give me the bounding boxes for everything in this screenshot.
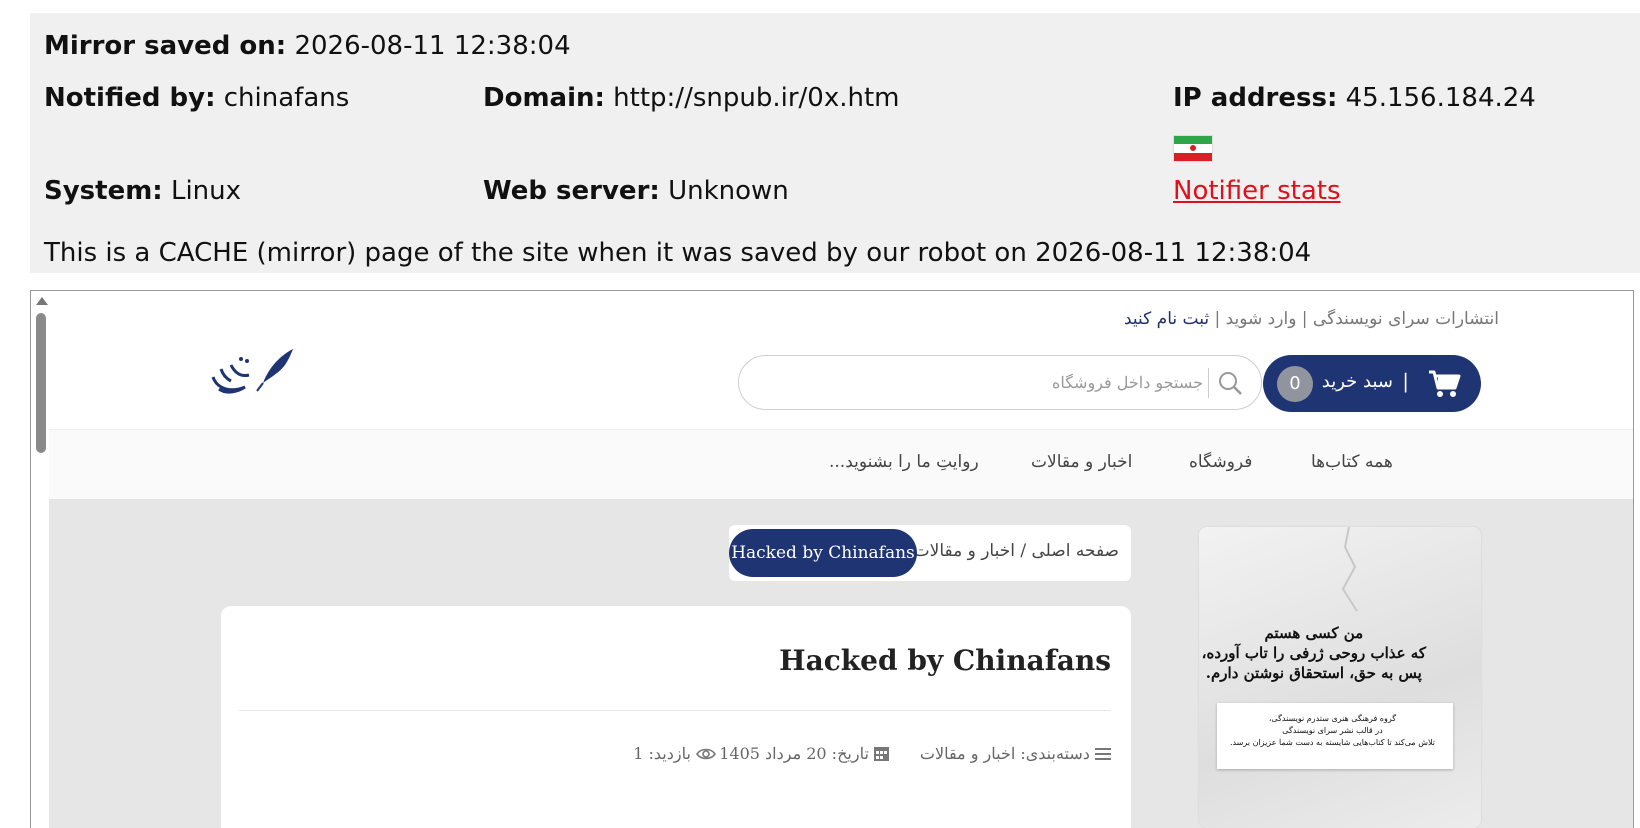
list-icon: [1095, 748, 1111, 760]
post-title: Hacked by Chinafans: [779, 644, 1111, 677]
mirror-saved-value: 2026-08-11 12:38:04: [294, 31, 571, 61]
cart-separator: |: [1402, 369, 1409, 393]
eye-icon: [696, 748, 716, 760]
main-nav: همه کتاب‌ها فروشگاه اخبار و مقالات روایت…: [49, 429, 1633, 500]
post-divider: [239, 710, 1111, 711]
notified-by-label: Notified by:: [44, 83, 216, 113]
system-value: Linux: [170, 176, 242, 206]
post-category-text[interactable]: دسته‌بندی: اخبار و مقالات: [920, 744, 1090, 763]
post-views-text: بازدید: 1: [633, 744, 691, 763]
book-note-line: تلاش می‌کند تا کتاب‌هایی شایسته به دست ش…: [1229, 738, 1435, 747]
web-server-value: Unknown: [668, 176, 789, 206]
mirror-saved-label: Mirror saved on:: [44, 31, 287, 61]
book-quote-line: که عذاب روحی ژرفی را تاب آورده،: [1201, 644, 1426, 662]
cart-icon: [1427, 369, 1461, 403]
mirror-saved: Mirror saved on: 2026-08-11 12:38:04: [44, 31, 571, 61]
book-quote: من کسی هستم که عذاب روحی ژرفی را تاب آور…: [1202, 623, 1426, 683]
web-server-label: Web server:: [483, 176, 660, 206]
domain-value: http://snpub.ir/0x.htm: [613, 83, 900, 113]
top-links-text[interactable]: انتشارات سرای نویسندگی | وارد شوید |: [1214, 309, 1499, 329]
post-date: تاریخ: 20 مرداد 1405: [719, 744, 889, 763]
nav-all-books[interactable]: همه کتاب‌ها: [1311, 452, 1393, 472]
domain-label: Domain:: [483, 83, 605, 113]
breadcrumb: صفحه اصلی / اخبار و مقالات / Hacked by C…: [729, 525, 1131, 581]
search-divider: [1208, 368, 1209, 398]
domain: Domain: http://snpub.ir/0x.htm: [483, 83, 899, 113]
breadcrumb-current: Hacked by Chinafans: [729, 529, 917, 577]
notifier-stats-link[interactable]: Notifier stats: [1173, 176, 1341, 206]
nav-stories[interactable]: روایتِ ما را بشنوید...: [829, 452, 979, 472]
book-quote-line: من کسی هستم: [1264, 624, 1364, 642]
notified-by: Notified by: chinafans: [44, 83, 349, 113]
post-date-text: تاریخ: 20 مرداد 1405: [719, 744, 869, 763]
nav-store[interactable]: فروشگاه: [1189, 452, 1252, 472]
web-server: Web server: Unknown: [483, 176, 789, 206]
book-quote-line: پس به حق، استحقاق نوشتن دارم.: [1205, 664, 1422, 682]
feather-logo-icon: [211, 349, 293, 394]
scrollbar-thumb[interactable]: [36, 313, 46, 453]
site-top-links: انتشارات سرای نویسندگی | وارد شوید | ثبت…: [1124, 309, 1499, 329]
nav-news[interactable]: اخبار و مقالات: [1031, 452, 1132, 472]
register-link[interactable]: ثبت نام کنید: [1124, 309, 1209, 329]
mirrored-site-frame[interactable]: انتشارات سرای نویسندگی | وارد شوید | ثبت…: [30, 290, 1634, 828]
scroll-up-arrow-icon[interactable]: [36, 297, 48, 305]
cache-note: This is a CACHE (mirror) page of the sit…: [44, 238, 1312, 268]
book-note-line: گروه فرهنگی هنری ستدرم نویسندگی،: [1268, 714, 1397, 723]
breadcrumb-path[interactable]: صفحه اصلی / اخبار و مقالات /: [902, 541, 1119, 561]
post-card: Hacked by Chinafans دسته‌بندی: اخبار و م…: [221, 606, 1131, 828]
notifier-stats: Notifier stats: [1173, 176, 1341, 206]
ip-address-value: 45.156.184.24: [1345, 83, 1536, 113]
search-placeholder: جستجو داخل فروشگاه: [1051, 373, 1203, 392]
cart-label: سبد خرید: [1321, 371, 1393, 392]
ip-address-label: IP address:: [1173, 83, 1338, 113]
book-note-text: گروه فرهنگی هنری ستدرم نویسندگی، در قالب…: [1230, 713, 1435, 749]
ip-address: IP address: 45.156.184.24: [1173, 83, 1536, 113]
iran-flag-icon: [1173, 135, 1213, 162]
post-category: دسته‌بندی: اخبار و مقالات: [920, 744, 1111, 763]
system: System: Linux: [44, 176, 241, 206]
notified-by-value: chinafans: [223, 83, 350, 113]
system-label: System:: [44, 176, 163, 206]
book-cover-banner[interactable]: من کسی هستم که عذاب روحی ژرفی را تاب آور…: [1199, 527, 1481, 828]
site-logo[interactable]: [201, 337, 311, 407]
calendar-icon: [874, 747, 889, 761]
book-note-line: در قالب نشر سرای نویسندگی: [1282, 726, 1383, 735]
cart-count-badge: 0: [1277, 366, 1313, 402]
cart-button[interactable]: | سبد خرید 0: [1263, 355, 1481, 412]
book-note: گروه فرهنگی هنری ستدرم نویسندگی، در قالب…: [1217, 703, 1453, 769]
scrollbar[interactable]: [31, 291, 51, 828]
search-icon[interactable]: [1217, 370, 1243, 400]
post-views: بازدید: 1: [633, 744, 716, 763]
store-search-input[interactable]: جستجو داخل فروشگاه: [738, 355, 1262, 410]
